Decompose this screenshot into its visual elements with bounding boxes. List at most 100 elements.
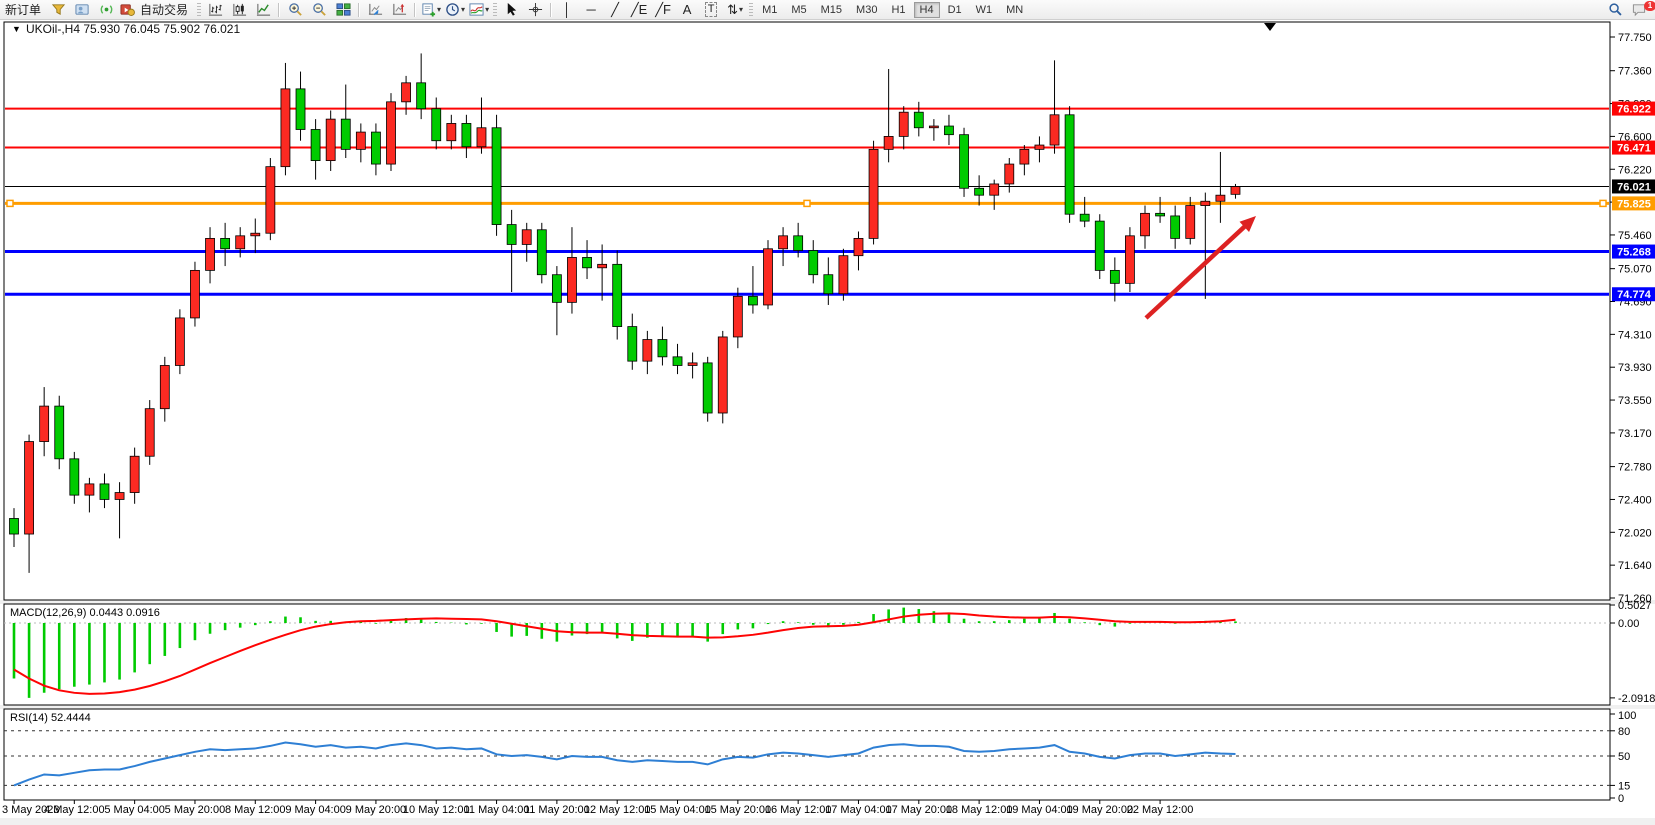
text-tool[interactable]: A (675, 1, 699, 18)
timeframe-m5[interactable]: M5 (785, 2, 812, 18)
search-button[interactable] (1603, 1, 1627, 18)
candlestick-chart-button[interactable] (227, 1, 251, 18)
time-label: 9 May 20:00 (346, 804, 407, 816)
macd-label: MACD(12,26,9) 0.0443 0.0916 (10, 607, 160, 619)
notifications-button[interactable]: 1 (1627, 1, 1651, 18)
time-label: 17 May 04:00 (825, 804, 892, 816)
price-chart-canvas[interactable]: 77.75077.36076.98076.60076.22075.84075.4… (0, 20, 1655, 825)
tile-windows-icon (336, 2, 351, 17)
candle-body (884, 136, 893, 149)
timeframe-d1[interactable]: D1 (942, 2, 968, 18)
arrows-tool[interactable]: ⇅ ▾ (723, 1, 747, 18)
autotrading-button[interactable]: 自动交易 (118, 1, 195, 18)
periods-button[interactable]: ▾ (443, 1, 467, 18)
price-tick-label: 73.930 (1618, 362, 1652, 374)
price-tick-label: 73.170 (1618, 428, 1652, 440)
time-label: 17 May 20:00 (885, 804, 952, 816)
hline-handle[interactable] (1600, 200, 1606, 206)
price-tick-label: 75.070 (1618, 264, 1652, 276)
hline-handle[interactable] (7, 200, 13, 206)
timeframe-bar: M1M5M15M30H1H4D1W1MN (755, 2, 1030, 18)
candle-body (975, 188, 984, 195)
candle-body (1020, 149, 1029, 164)
candle-body (718, 337, 727, 413)
text-icon: A (683, 3, 692, 16)
price-badge-label: 74.774 (1617, 289, 1652, 301)
candle-body (688, 363, 697, 366)
cursor-button[interactable] (499, 1, 523, 18)
time-label: 11 May 04:00 (464, 804, 530, 816)
toolbar-separator (278, 3, 280, 17)
chevron-down-icon: ▾ (485, 5, 489, 14)
autotrading-label: 自动交易 (135, 1, 193, 18)
rsi-label: RSI(14) 52.4444 (10, 712, 91, 724)
candle-body (371, 132, 380, 164)
candle-body (387, 102, 396, 164)
price-tick-label: 75.460 (1618, 230, 1652, 242)
time-label: 10 May 12:00 (403, 804, 470, 816)
candle-body (251, 233, 260, 236)
chart-shift-button[interactable] (387, 1, 411, 18)
toolbar-grip (493, 3, 497, 17)
line-chart-button[interactable] (251, 1, 275, 18)
chevron-down-icon: ▾ (739, 3, 743, 16)
timeframe-m1[interactable]: M1 (756, 2, 783, 18)
candle-body (402, 83, 411, 102)
signals-button[interactable] (94, 1, 118, 18)
new-chart-icon (421, 2, 436, 17)
candle-body (944, 126, 953, 135)
price-tick-label: 76.220 (1618, 164, 1652, 176)
price-tick-label: 77.360 (1618, 66, 1652, 78)
candle-body (341, 119, 350, 149)
line-chart-icon (256, 2, 271, 17)
tile-windows-button[interactable] (331, 1, 355, 18)
funnel-icon (51, 2, 66, 17)
horizontal-line-tool[interactable]: ─ (579, 1, 603, 18)
price-badge-label: 76.021 (1617, 181, 1651, 193)
candle-body (839, 256, 848, 294)
timeframe-w1[interactable]: W1 (970, 2, 999, 18)
bar-chart-button[interactable] (203, 1, 227, 18)
zoom-in-button[interactable] (283, 1, 307, 18)
vertical-line-tool[interactable]: │ (555, 1, 579, 18)
candle-body (236, 236, 245, 249)
fibonacci-tool[interactable]: ╱F (651, 1, 675, 18)
rsi-scale-label: 0 (1618, 793, 1624, 805)
terminal-icon (75, 2, 90, 17)
new-order-button[interactable]: 新订单 (0, 1, 46, 18)
timeframe-m15[interactable]: M15 (815, 2, 848, 18)
terminal-button[interactable] (70, 1, 94, 18)
rsi-scale-label: 50 (1618, 751, 1630, 763)
macd-scale-label: 0.00 (1618, 618, 1639, 630)
fibonacci-icon: ╱F (655, 3, 671, 16)
candle-body (537, 230, 546, 275)
zoom-out-button[interactable] (307, 1, 331, 18)
channel-tool[interactable]: ╱E (627, 1, 651, 18)
candle-body (1156, 213, 1165, 216)
indicators-button[interactable]: ▾ (467, 1, 491, 18)
trendline-tool[interactable]: ╱ (603, 1, 627, 18)
crosshair-button[interactable] (523, 1, 547, 18)
hline-handle[interactable] (804, 200, 810, 206)
chevron-down-icon: ▾ (461, 5, 465, 14)
timeframe-mn[interactable]: MN (1000, 2, 1029, 18)
signal-icon (99, 2, 114, 17)
macd-scale-label: -2.0918 (1618, 693, 1655, 705)
chart-window[interactable]: 77.75077.36076.98076.60076.22075.84075.4… (0, 20, 1655, 825)
timeframe-h1[interactable]: H1 (885, 2, 911, 18)
text-label-tool[interactable]: T (699, 1, 723, 18)
candle-body (567, 257, 576, 302)
timeframe-m30[interactable]: M30 (850, 2, 883, 18)
candle-body (764, 249, 773, 305)
pane-splitter[interactable] (0, 705, 1655, 709)
candle-body (1125, 236, 1134, 284)
pane-splitter[interactable] (0, 600, 1655, 604)
market-watch-button[interactable] (46, 1, 70, 18)
timeframe-h4[interactable]: H4 (914, 2, 940, 18)
new-chart-button[interactable]: ▾ (419, 1, 443, 18)
price-tick-label: 72.400 (1618, 494, 1652, 506)
candle-body (1186, 206, 1195, 239)
toolbar-right: 1 (1603, 0, 1651, 19)
candle-body (794, 236, 803, 251)
auto-scroll-button[interactable] (363, 1, 387, 18)
